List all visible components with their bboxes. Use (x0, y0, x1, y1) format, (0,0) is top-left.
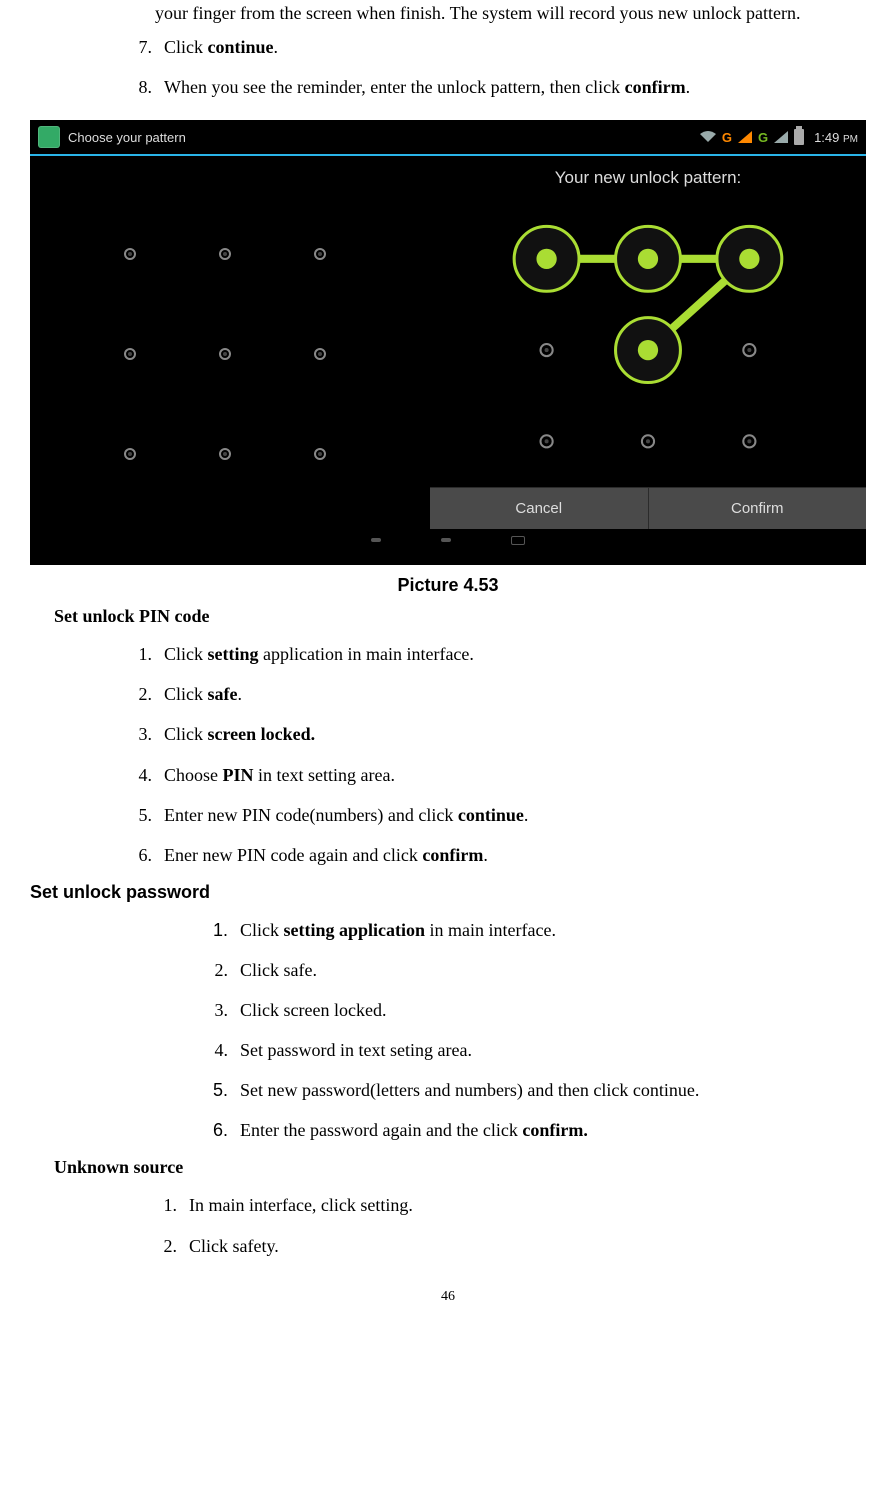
list-number: 2. (200, 957, 240, 983)
list-number: 6. (120, 842, 164, 868)
list-number: 8. (120, 74, 164, 100)
list-item: 1.In main interface, click setting. (145, 1192, 866, 1218)
pattern-svg (430, 198, 866, 492)
status-title: Choose your pattern (68, 130, 186, 145)
list-text: Click screen locked. (164, 721, 315, 747)
nav-back-icon[interactable] (371, 538, 381, 542)
list-item: 8. When you see the reminder, enter the … (120, 74, 866, 100)
list-number: 3. (200, 997, 240, 1023)
list-number: 2. (120, 681, 164, 707)
pattern-dots-left (30, 154, 425, 534)
list-number: 2. (145, 1233, 189, 1259)
nav-recent-icon[interactable] (511, 536, 525, 545)
signal-icon-1 (738, 131, 752, 143)
list-text: Click safety. (189, 1233, 279, 1259)
list-number: 1. (145, 1192, 189, 1218)
phone-body: Your new unlock pattern: (30, 154, 866, 549)
list-number: 1. (200, 917, 240, 943)
list-number: 3. (120, 721, 164, 747)
list-item: 2.Click safety. (145, 1233, 866, 1259)
list-text: Click continue. (164, 34, 278, 60)
figure-screenshot: Choose your pattern G G 1:49 PM (30, 120, 866, 565)
list-number: 6. (200, 1117, 240, 1143)
list-item: 4.Choose PIN in text setting area. (120, 762, 866, 788)
list-item: 2.Click safe. (120, 681, 866, 707)
page-number: 46 (30, 1289, 866, 1305)
list-item: 3.Click screen locked. (120, 721, 866, 747)
list-item: 4.Set password in text seting area. (200, 1037, 866, 1063)
pattern-area[interactable] (430, 198, 866, 529)
list-text: Choose PIN in text setting area. (164, 762, 395, 788)
g-indicator-2: G (758, 130, 768, 145)
left-pattern-grid[interactable] (30, 154, 425, 529)
list-c: 1.Click setting application in main inte… (200, 917, 866, 1144)
list-text: Click screen locked. (240, 997, 386, 1023)
status-indicators: G G 1:49 PM (700, 129, 858, 145)
g-indicator-1: G (722, 130, 732, 145)
list-number: 5. (120, 802, 164, 828)
list-d: 1.In main interface, click setting. 2.Cl… (145, 1192, 866, 1258)
list-number: 4. (120, 762, 164, 788)
list-item: 6.Ener new PIN code again and click conf… (120, 842, 866, 868)
signal-icon-2 (774, 131, 788, 143)
button-bar: Cancel Confirm (430, 487, 866, 529)
list-number: 7. (120, 34, 164, 60)
app-icon (38, 126, 60, 148)
wifi-icon (700, 131, 716, 143)
heading-password: Set unlock password (30, 882, 866, 903)
list-a: 7. Click continue. 8. When you see the r… (120, 34, 866, 100)
list-item: 1.Click setting application in main inte… (200, 917, 866, 943)
status-time: 1:49 PM (814, 130, 858, 145)
list-text: In main interface, click setting. (189, 1192, 413, 1218)
heading-unknown-source: Unknown source (54, 1157, 866, 1178)
nav-bar (30, 531, 866, 549)
battery-icon (794, 129, 804, 145)
nav-home-icon[interactable] (441, 538, 451, 542)
list-text: Click safe. (240, 957, 317, 983)
list-item: 2.Click safe. (200, 957, 866, 983)
list-text: Set password in text seting area. (240, 1037, 472, 1063)
list-item: 1.Click setting application in main inte… (120, 641, 866, 667)
list-text: Click setting application in main interf… (164, 641, 474, 667)
list-item: 5.Enter new PIN code(numbers) and click … (120, 802, 866, 828)
list-text: Enter the password again and the click c… (240, 1117, 588, 1143)
list-text: Enter new PIN code(numbers) and click co… (164, 802, 528, 828)
status-bar: Choose your pattern G G 1:49 PM (30, 120, 866, 154)
list-item: 7. Click continue. (120, 34, 866, 60)
panel-title: Your new unlock pattern: (430, 154, 866, 198)
list-text: Click safe. (164, 681, 242, 707)
list-text: When you see the reminder, enter the unl… (164, 74, 690, 100)
list-number: 1. (120, 641, 164, 667)
list-item: 3.Click screen locked. (200, 997, 866, 1023)
list-number: 5. (200, 1077, 240, 1103)
cancel-button[interactable]: Cancel (430, 487, 648, 529)
heading-pin: Set unlock PIN code (54, 606, 866, 627)
list-text: Click setting application in main interf… (240, 917, 556, 943)
list-item: 6.Enter the password again and the click… (200, 1117, 866, 1143)
paragraph-continued: your finger from the screen when finish.… (155, 0, 866, 26)
confirm-button[interactable]: Confirm (648, 487, 867, 529)
list-b: 1.Click setting application in main inte… (120, 641, 866, 868)
right-panel: Your new unlock pattern: (430, 154, 866, 529)
list-text: Ener new PIN code again and click confir… (164, 842, 488, 868)
list-text: Set new password(letters and numbers) an… (240, 1077, 699, 1103)
figure-caption: Picture 4.53 (30, 575, 866, 596)
list-number: 4. (200, 1037, 240, 1063)
list-item: 5.Set new password(letters and numbers) … (200, 1077, 866, 1103)
